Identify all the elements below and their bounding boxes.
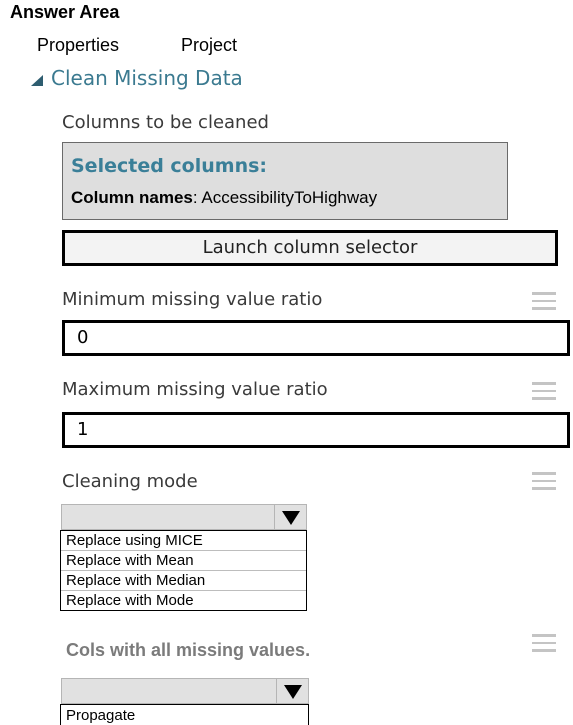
section-header-clean-missing-data[interactable]: Clean Missing Data <box>31 66 243 90</box>
column-names-label: Column names <box>71 188 193 207</box>
tab-project[interactable]: Project <box>181 35 237 56</box>
max-ratio-input[interactable]: 1 <box>62 412 570 448</box>
selected-columns-box: Selected columns: Column names: Accessib… <box>62 142 508 220</box>
section-title: Clean Missing Data <box>51 66 243 90</box>
min-ratio-input[interactable]: 0 <box>62 320 570 356</box>
column-names-value: : AccessibilityToHighway <box>192 188 378 207</box>
cols-all-missing-select[interactable] <box>61 678 309 704</box>
option-replace-with-median[interactable]: Replace with Median <box>61 571 306 591</box>
hamburger-menu-icon[interactable] <box>532 292 556 310</box>
max-ratio-label: Maximum missing value ratio <box>62 379 328 400</box>
columns-to-clean-label: Columns to be cleaned <box>62 112 269 133</box>
column-names-text: Column names: AccessibilityToHighway <box>71 188 377 208</box>
cols-all-missing-options: Propagate <box>60 704 309 725</box>
tab-properties[interactable]: Properties <box>37 35 119 56</box>
option-replace-using-mice[interactable]: Replace using MICE <box>61 531 306 551</box>
option-replace-with-mean[interactable]: Replace with Mean <box>61 551 306 571</box>
option-replace-with-mode[interactable]: Replace with Mode <box>61 591 306 610</box>
cleaning-mode-options: Replace using MICE Replace with Mean Rep… <box>60 530 307 611</box>
caret-down-icon <box>284 685 302 699</box>
cols-all-missing-label: Cols with all missing values. <box>66 640 311 660</box>
caret-down-icon <box>282 511 300 525</box>
hamburger-menu-icon[interactable] <box>532 634 556 652</box>
selected-columns-title: Selected columns: <box>71 155 268 177</box>
cleaning-mode-select[interactable] <box>61 504 307 530</box>
option-propagate[interactable]: Propagate <box>61 706 308 725</box>
launch-column-selector-button[interactable]: Launch column selector <box>62 230 558 266</box>
cleaning-mode-label: Cleaning mode <box>62 471 198 492</box>
dropdown-button[interactable] <box>274 505 306 529</box>
min-ratio-label: Minimum missing value ratio <box>62 289 323 310</box>
dropdown-button[interactable] <box>276 679 308 703</box>
triangle-collapse-icon <box>31 74 43 86</box>
hamburger-menu-icon[interactable] <box>532 382 556 400</box>
answer-area-title: Answer Area <box>10 2 120 22</box>
hamburger-menu-icon[interactable] <box>532 472 556 490</box>
